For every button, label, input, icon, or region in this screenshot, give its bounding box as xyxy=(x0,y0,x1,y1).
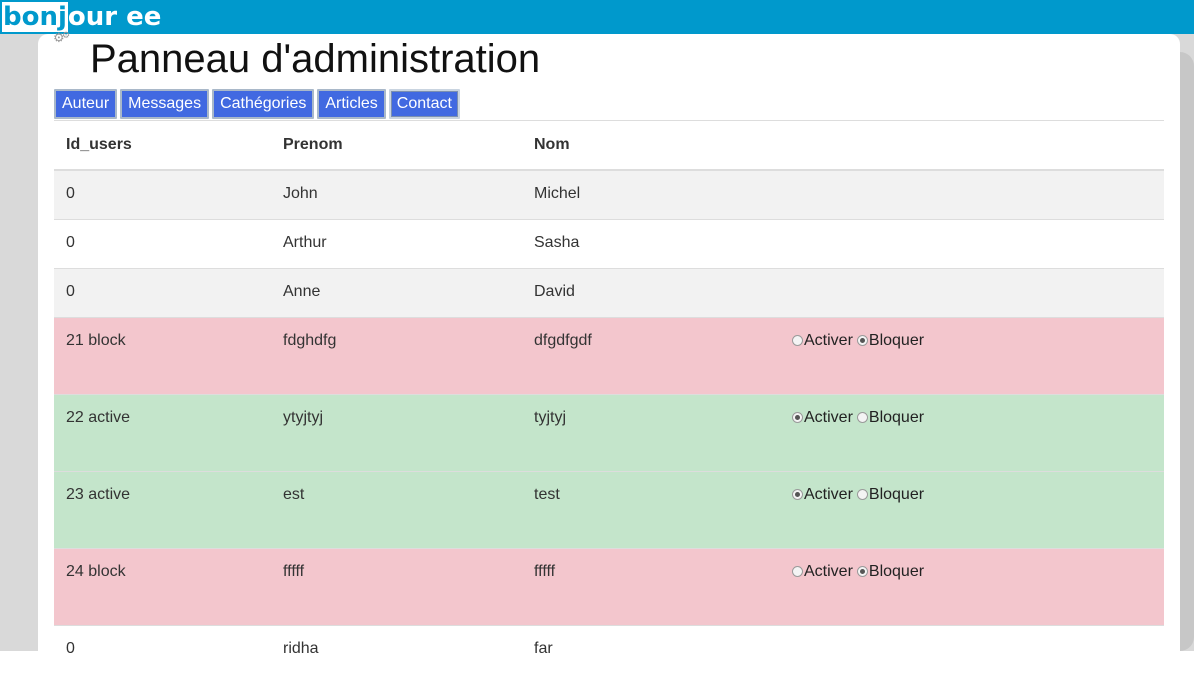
cell-nom: Michel xyxy=(522,169,780,219)
header-id-users: Id_users xyxy=(54,120,271,171)
greeting-text: bonjour ee xyxy=(2,0,161,34)
table-row: 0 John Michel xyxy=(54,169,1164,219)
cell-id-users: 23 active xyxy=(54,470,271,548)
table-row: 24 block fffff fffff Activer Bloquer xyxy=(54,547,1164,625)
table-row: 0 ridha far xyxy=(54,624,1164,674)
cell-prenom: est xyxy=(271,470,522,548)
cell-prenom: Anne xyxy=(271,267,522,317)
bloquer-radio[interactable] xyxy=(856,412,868,423)
activer-radio[interactable] xyxy=(792,412,803,423)
table-row: 21 block fdghdfg dfgdfgdf Activer Bloquer xyxy=(54,316,1164,394)
cell-status: Activer Bloquer xyxy=(780,316,1164,394)
bloquer-radio[interactable] xyxy=(856,335,868,346)
status-radio-group: Activer Bloquer xyxy=(792,332,1152,350)
table-row: 23 active est test Activer Bloquer xyxy=(54,470,1164,548)
activer-label[interactable]: Activer xyxy=(804,563,853,581)
cell-nom: test xyxy=(522,470,780,548)
table-header-row: Id_users Prenom Nom xyxy=(54,120,1164,171)
bloquer-radio[interactable] xyxy=(856,489,868,500)
cell-status xyxy=(780,169,1164,219)
cell-prenom: fdghdfg xyxy=(271,316,522,394)
activer-label[interactable]: Activer xyxy=(804,332,853,350)
status-radio-group: Activer Bloquer xyxy=(792,409,1152,427)
activer-radio[interactable] xyxy=(792,489,803,500)
status-radio-group: Activer Bloquer xyxy=(792,563,1152,581)
cell-status: Activer Bloquer xyxy=(780,547,1164,625)
cell-nom: fffff xyxy=(522,547,780,625)
activer-label[interactable]: Activer xyxy=(804,409,853,427)
greeting-selected-text: bonj xyxy=(2,2,68,32)
tab-categories[interactable]: Cathégories xyxy=(212,89,315,119)
bloquer-label[interactable]: Bloquer xyxy=(869,563,924,581)
table-row: 22 active ytyjtyj tyjtyj Activer Bloquer xyxy=(54,393,1164,471)
gear-icon[interactable]: ⚙ ⚙ xyxy=(53,31,71,48)
cell-id-users: 0 xyxy=(54,624,271,674)
top-bar: bonjour ee xyxy=(0,0,1194,34)
activer-radio[interactable] xyxy=(792,566,803,577)
cell-prenom: fffff xyxy=(271,547,522,625)
cell-prenom: John xyxy=(271,169,522,219)
table-row: 0 Anne David xyxy=(54,267,1164,317)
bloquer-label[interactable]: Bloquer xyxy=(869,486,924,504)
cell-status: Activer Bloquer xyxy=(780,470,1164,548)
cell-nom: dfgdfgdf xyxy=(522,316,780,394)
admin-tabs: Auteur Messages Cathégories Articles Con… xyxy=(54,89,460,120)
cell-status: Activer Bloquer xyxy=(780,393,1164,471)
tab-messages[interactable]: Messages xyxy=(120,89,210,119)
cell-nom: David xyxy=(522,267,780,317)
cell-prenom: Arthur xyxy=(271,218,522,268)
cell-status xyxy=(780,624,1164,674)
bloquer-radio[interactable] xyxy=(856,566,868,577)
bloquer-label[interactable]: Bloquer xyxy=(869,332,924,350)
cell-nom: tyjtyj xyxy=(522,393,780,471)
status-radio-group: Activer Bloquer xyxy=(792,486,1152,504)
cell-id-users: 22 active xyxy=(54,393,271,471)
cell-id-users: 24 block xyxy=(54,547,271,625)
tab-auteur[interactable]: Auteur xyxy=(54,89,118,119)
header-status xyxy=(780,120,1164,171)
tab-contact[interactable]: Contact xyxy=(388,89,460,119)
cell-id-users: 0 xyxy=(54,169,271,219)
page-title: Panneau d'administration xyxy=(90,37,541,81)
cell-nom: far xyxy=(522,624,780,674)
users-table: Id_users Prenom Nom 0 John Michel 0 Arthur Sa… xyxy=(54,120,1164,674)
cell-status xyxy=(780,218,1164,268)
table-row: 0 Arthur Sasha xyxy=(54,218,1164,268)
cell-prenom: ytyjtyj xyxy=(271,393,522,471)
greeting-rest-text: our ee xyxy=(67,2,162,32)
tab-articles[interactable]: Articles xyxy=(317,89,386,119)
cell-prenom: ridha xyxy=(271,624,522,674)
cell-status xyxy=(780,267,1164,317)
cell-nom: Sasha xyxy=(522,218,780,268)
bloquer-label[interactable]: Bloquer xyxy=(869,409,924,427)
header-prenom: Prenom xyxy=(271,120,522,171)
cell-id-users: 0 xyxy=(54,267,271,317)
activer-radio[interactable] xyxy=(792,335,803,346)
header-nom: Nom xyxy=(522,120,780,171)
activer-label[interactable]: Activer xyxy=(804,486,853,504)
cell-id-users: 0 xyxy=(54,218,271,268)
cell-id-users: 21 block xyxy=(54,316,271,394)
table-body: 0 John Michel 0 Arthur Sasha 0 Anne David 21 bloc… xyxy=(54,169,1164,674)
